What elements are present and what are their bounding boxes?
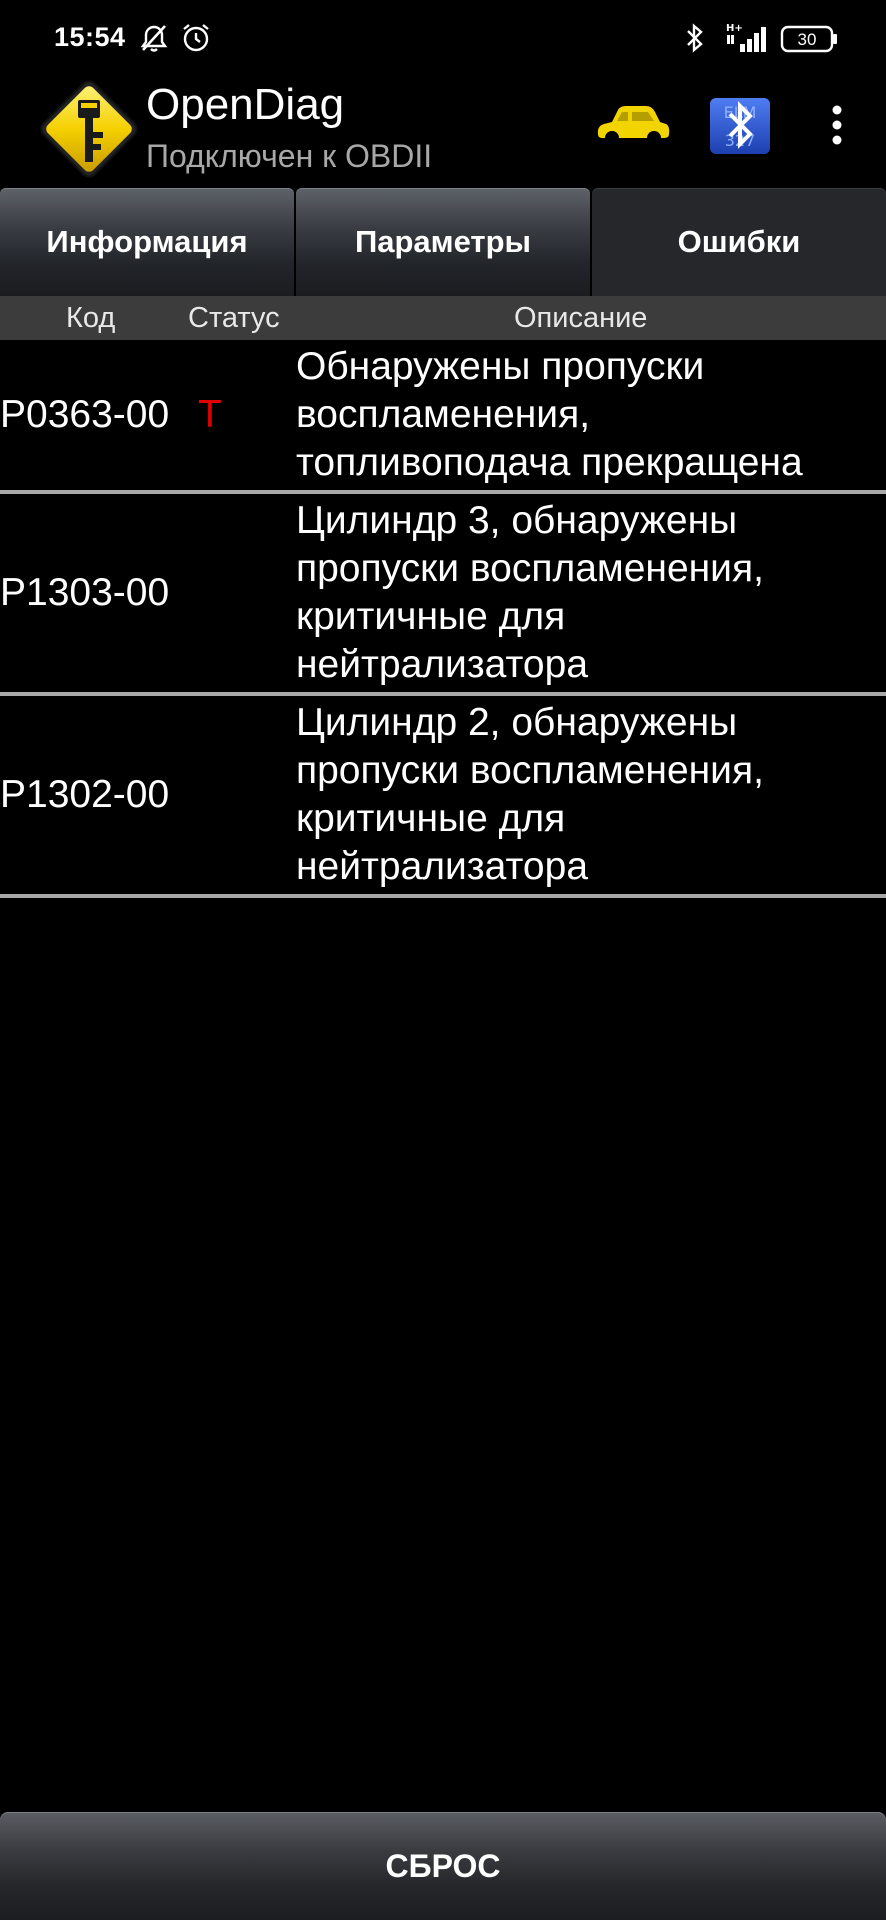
status-bar: 15:54 H+ 30 <box>0 0 886 74</box>
reset-button[interactable]: СБРОС <box>0 1812 886 1920</box>
bluetooth-icon <box>682 22 708 59</box>
tab-information[interactable]: Информация <box>0 188 294 296</box>
signal-icon: H+ <box>724 20 772 59</box>
error-description: Цилиндр 3, обнаружены пропуски воспламен… <box>296 497 882 689</box>
error-row[interactable]: P1302-00 Цилиндр 2, обнаружены пропуски … <box>0 696 886 898</box>
description-line: Цилиндр 3, обнаружены <box>296 499 738 542</box>
description-line: топливоподача прекращена <box>296 441 803 484</box>
description-line: критичные для <box>296 797 566 840</box>
error-description: Цилиндр 2, обнаружены пропуски воспламен… <box>296 699 882 891</box>
battery-icon: 30 <box>780 25 840 58</box>
error-status: T <box>198 393 222 436</box>
description-line: Обнаружены пропуски <box>296 345 705 388</box>
app-title: OpenDiag <box>146 80 345 129</box>
status-time: 15:54 <box>54 22 126 52</box>
column-description: Описание <box>514 302 648 334</box>
tab-errors[interactable]: Ошибки <box>592 188 886 296</box>
app-bar: OpenDiag Подключен к OBDII ELM 327 <box>0 74 886 188</box>
overflow-menu-icon[interactable] <box>820 100 854 150</box>
svg-text:H+: H+ <box>726 23 743 34</box>
description-line: нейтрализатора <box>296 845 589 888</box>
description-line: воспламенения, <box>296 393 591 436</box>
error-code: P1302-00 <box>0 773 170 816</box>
alarm-icon <box>180 22 212 59</box>
error-row[interactable]: P1303-00 Цилиндр 3, обнаружены пропуски … <box>0 494 886 696</box>
tab-bar: Информация Параметры Ошибки <box>0 188 886 296</box>
error-description: Обнаружены пропуски воспламенения, топли… <box>296 343 882 487</box>
car-icon[interactable] <box>594 100 672 150</box>
error-row[interactable]: P0363-00 T Обнаружены пропуски воспламен… <box>0 340 886 494</box>
description-line: нейтрализатора <box>296 643 589 686</box>
error-list: P0363-00 T Обнаружены пропуски воспламен… <box>0 340 886 898</box>
column-header: Код Статус Описание <box>0 296 886 340</box>
notifications-off-icon <box>138 22 170 59</box>
description-line: пропуски воспламенения, <box>296 547 764 590</box>
description-line: критичные для <box>296 595 566 638</box>
connection-status: Подключен к OBDII <box>146 138 433 174</box>
column-status: Статус <box>188 302 280 334</box>
column-code: Код <box>66 302 116 334</box>
battery-level: 30 <box>798 30 817 49</box>
elm327-bluetooth-icon[interactable]: ELM 327 <box>708 96 772 156</box>
description-line: пропуски воспламенения, <box>296 749 764 792</box>
app-logo-icon <box>32 74 148 184</box>
tab-parameters[interactable]: Параметры <box>296 188 590 296</box>
error-code: P0363-00 <box>0 393 170 436</box>
description-line: Цилиндр 2, обнаружены <box>296 701 738 744</box>
error-code: P1303-00 <box>0 571 170 614</box>
